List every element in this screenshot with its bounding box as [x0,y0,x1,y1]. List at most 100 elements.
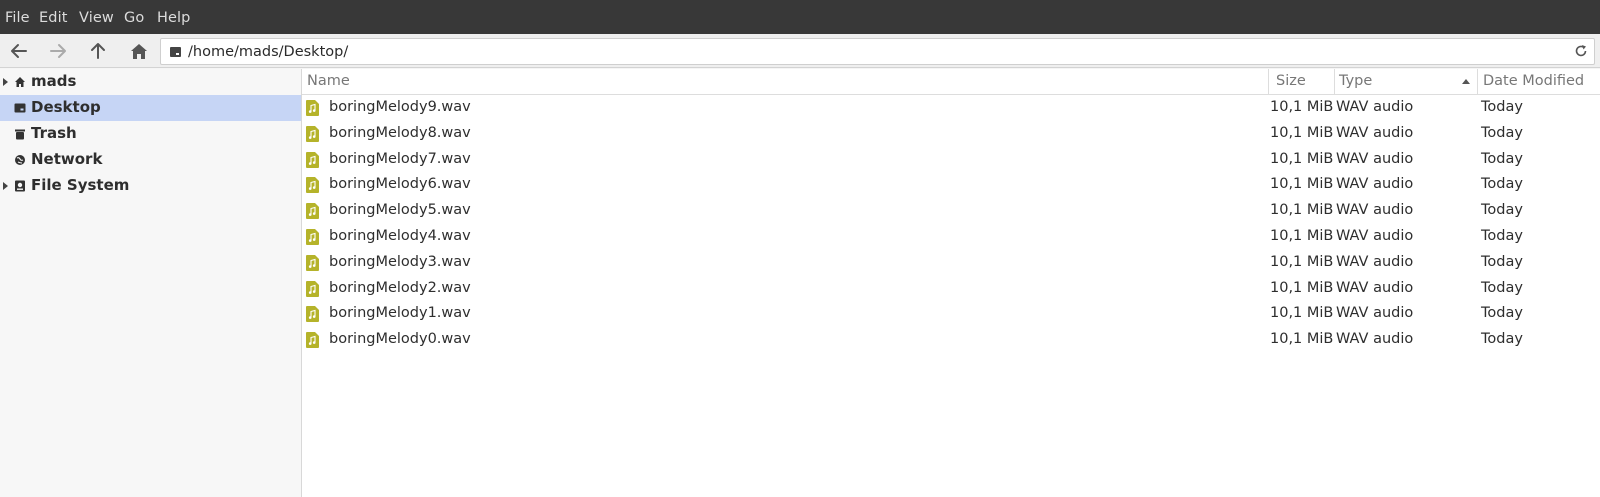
file-type: WAV audio [1336,150,1414,167]
home-icon [15,77,25,87]
sidebar-item-desktop[interactable]: Desktop [0,95,301,121]
file-type: WAV audio [1336,99,1414,115]
network-icon [15,155,25,165]
home-button[interactable] [126,38,152,64]
expander-icon[interactable] [3,182,8,190]
table-row[interactable]: boringMelody9.wav 10,1 MiB WAV audio Today [302,95,1600,121]
table-row[interactable]: boringMelody5.wav 10,1 MiB WAV audio Today [302,198,1600,224]
expander-icon[interactable] [3,78,8,86]
table-row[interactable]: boringMelody7.wav 10,1 MiB WAV audio Today [302,147,1600,173]
file-type: WAV audio [1336,305,1414,322]
column-header-name[interactable]: Name [307,69,1267,95]
menu-go[interactable]: Go [124,10,144,26]
sidebar-item-label: Network [31,150,103,168]
file-name: boringMelody1.wav [329,305,471,322]
file-size: 10,1 MiB [1270,228,1334,244]
audio-file-icon [306,254,319,271]
audio-file-icon [306,203,319,220]
file-size: 10,1 MiB [1270,99,1334,115]
arrow-right-icon [50,44,66,58]
table-row[interactable]: boringMelody8.wav 10,1 MiB WAV audio Today [302,121,1600,147]
file-date-modified: Today [1481,124,1523,141]
file-date-modified: Today [1481,176,1523,193]
audio-file-icon [306,229,319,245]
table-row[interactable]: boringMelody0.wav 10,1 MiB WAV audio Today [302,327,1600,353]
menu-bar: File Edit View Go Help [0,0,1600,34]
audio-file-icon [306,177,319,194]
file-list: Name Size Type Date Modified boringMelod… [302,69,1600,497]
file-type: WAV audio [1336,124,1414,141]
sidebar-item-trash[interactable]: Trash [0,121,301,147]
table-row[interactable]: boringMelody1.wav 10,1 MiB WAV audio Today [302,301,1600,327]
file-size: 10,1 MiB [1270,279,1334,296]
file-date-modified: Today [1481,331,1523,348]
file-name: boringMelody3.wav [329,253,471,270]
file-name: boringMelody2.wav [329,279,471,296]
table-row[interactable]: boringMelody2.wav 10,1 MiB WAV audio Today [302,276,1600,302]
desktop-icon [14,103,26,113]
column-header-size[interactable]: Size [1268,69,1334,95]
file-name: boringMelody0.wav [329,331,471,348]
drive-icon [170,47,181,57]
audio-file-icon [306,280,319,297]
sidebar-item-label: Desktop [31,98,101,116]
audio-file-icon [306,100,319,116]
sidebar-item-label: mads [31,72,77,90]
location-path[interactable]: /home/mads/Desktop/ [188,44,348,60]
file-name: boringMelody6.wav [329,176,471,193]
audio-file-icon [306,332,319,349]
file-name: boringMelody4.wav [329,228,471,244]
sidebar-item-mads[interactable]: mads [0,69,301,95]
file-size: 10,1 MiB [1270,150,1334,167]
column-header-type[interactable]: Type [1334,69,1477,95]
table-row[interactable]: boringMelody4.wav 10,1 MiB WAV audio Today [302,224,1600,250]
file-date-modified: Today [1481,279,1523,296]
audio-file-icon [306,125,319,142]
file-type: WAV audio [1336,176,1414,193]
file-date-modified: Today [1481,253,1523,270]
file-date-modified: Today [1481,99,1523,115]
forward-button[interactable] [45,38,71,64]
menu-view[interactable]: View [79,10,114,26]
file-type: WAV audio [1336,228,1414,244]
up-button[interactable] [85,38,111,64]
file-size: 10,1 MiB [1270,176,1334,193]
sidebar: mads Desktop Trash Network File System [0,69,302,497]
file-date-modified: Today [1481,202,1523,219]
audio-file-icon [306,151,319,168]
file-size: 10,1 MiB [1270,305,1334,322]
file-size: 10,1 MiB [1270,202,1334,219]
column-header: Name Size Type Date Modified [302,69,1600,95]
trash-icon [15,129,25,140]
location-bar[interactable]: /home/mads/Desktop/ [160,38,1595,65]
file-date-modified: Today [1481,228,1523,244]
file-date-modified: Today [1481,305,1523,322]
file-type: WAV audio [1336,253,1414,270]
column-header-date-modified[interactable]: Date Modified [1477,69,1600,95]
toolbar: /home/mads/Desktop/ [0,34,1600,68]
sidebar-item-label: File System [31,176,130,194]
sidebar-item-file-system[interactable]: File System [0,173,301,199]
table-row[interactable]: boringMelody3.wav 10,1 MiB WAV audio Today [302,250,1600,276]
file-size: 10,1 MiB [1270,253,1334,270]
sidebar-item-label: Trash [31,124,77,142]
drive-icon [15,180,25,192]
file-size: 10,1 MiB [1270,331,1334,348]
file-name: boringMelody9.wav [329,99,471,115]
back-button[interactable] [6,38,32,64]
arrow-up-icon [91,43,105,59]
file-type: WAV audio [1336,202,1414,219]
reload-icon[interactable] [1574,44,1588,58]
sidebar-item-network[interactable]: Network [0,147,301,173]
file-type: WAV audio [1336,331,1414,348]
file-type: WAV audio [1336,279,1414,296]
table-row[interactable]: boringMelody6.wav 10,1 MiB WAV audio Today [302,172,1600,198]
menu-help[interactable]: Help [157,10,190,26]
file-size: 10,1 MiB [1270,124,1334,141]
audio-file-icon [306,306,319,323]
menu-file[interactable]: File [5,10,30,26]
home-icon [131,43,147,59]
file-name: boringMelody8.wav [329,124,471,141]
file-name: boringMelody7.wav [329,150,471,167]
menu-edit[interactable]: Edit [39,10,67,26]
